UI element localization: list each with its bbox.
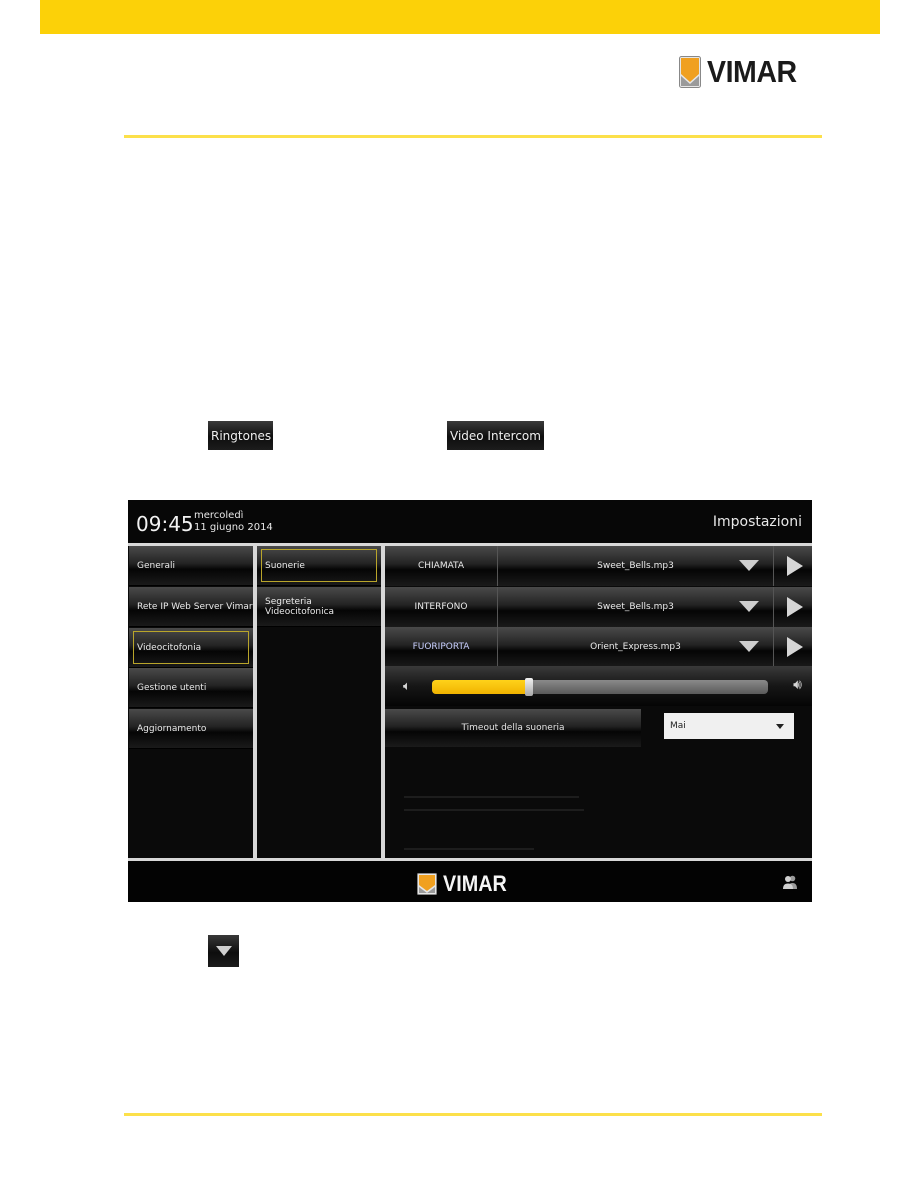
vimar-wordmark: VIMAR xyxy=(443,871,507,896)
faint-text xyxy=(404,809,584,811)
vimar-logo: VIMAR xyxy=(417,871,514,897)
menu-item-label: Gestione utenti xyxy=(137,682,207,693)
ringtone-row-interfono: INTERFONO Sweet_Bells.mp3 xyxy=(385,587,812,627)
ringtone-select[interactable]: Orient_Express.mp3 xyxy=(498,627,774,667)
play-button[interactable] xyxy=(774,587,812,627)
top-rule xyxy=(124,135,822,138)
ringtone-file: Sweet_Bells.mp3 xyxy=(597,561,674,571)
chevron-down-icon xyxy=(776,724,784,729)
timeout-select[interactable]: Mai xyxy=(664,713,794,739)
vimar-wordmark: VIMAR xyxy=(707,54,797,89)
menu-item-label: Videocitofonia xyxy=(137,642,202,653)
ringtone-label: INTERFONO xyxy=(385,587,498,627)
header-band xyxy=(40,0,880,34)
ringtone-select[interactable]: Sweet_Bells.mp3 xyxy=(498,587,774,627)
volume-high-icon: 🔊︎ xyxy=(793,676,802,692)
video-intercom-button-illustration: Video Intercom xyxy=(447,421,544,450)
menu-item-generali[interactable]: Generali xyxy=(129,546,253,586)
users-icon[interactable] xyxy=(782,875,798,889)
timeout-label: Timeout della suoneria xyxy=(385,709,641,747)
volume-fill xyxy=(432,680,530,694)
volume-low-icon: 🔈︎ xyxy=(403,678,411,693)
page-title: Impostazioni xyxy=(712,514,802,530)
chevron-down-icon xyxy=(739,641,759,652)
vimar-logo-icon xyxy=(417,873,437,895)
faint-text xyxy=(404,848,534,850)
bottom-rule xyxy=(124,1113,822,1116)
volume-control: 🔈︎ 🔊︎ xyxy=(385,666,812,706)
submenu-item-suonerie[interactable]: Suonerie xyxy=(257,546,381,586)
submenu-item-label: Suonerie xyxy=(265,560,305,571)
vimar-logo-icon xyxy=(679,56,701,88)
weekday: mercoledì xyxy=(194,510,244,521)
volume-slider[interactable] xyxy=(432,678,768,696)
ringtone-label: CHIAMATA xyxy=(385,546,498,586)
menu-item-gestione-utenti[interactable]: Gestione utenti xyxy=(129,668,253,708)
date: 11 giugno 2014 xyxy=(194,522,273,533)
menu-item-label: Aggiornamento xyxy=(137,723,207,734)
clock: 09:45 xyxy=(136,512,194,536)
chevron-down-icon xyxy=(739,560,759,571)
ringtone-row-fuoriporta: FUORIPORTA Orient_Express.mp3 xyxy=(385,627,812,667)
menu-item-label: Rete IP Web Server Vimar xyxy=(137,601,253,612)
menu-item-aggiornamento[interactable]: Aggiornamento xyxy=(129,709,253,749)
device-screen: 09:45 mercoledì 11 giugno 2014 Impostazi… xyxy=(128,500,812,902)
menu-item-rete-ip[interactable]: Rete IP Web Server Vimar xyxy=(129,587,253,627)
volume-thumb[interactable] xyxy=(525,678,534,696)
ringtone-file: Sweet_Bells.mp3 xyxy=(597,602,674,612)
vimar-logo: VIMAR xyxy=(679,54,804,90)
status-bar: 09:45 mercoledì 11 giugno 2014 Impostazi… xyxy=(128,500,812,544)
menu-item-videocitofonia[interactable]: Videocitofonia xyxy=(129,628,253,668)
play-icon xyxy=(787,556,803,576)
menu-item-label: Generali xyxy=(137,560,175,571)
faint-text xyxy=(404,796,579,798)
submenu-item-segreteria[interactable]: Segreteria Videocitofonica xyxy=(257,587,381,627)
timeout-value: Mai xyxy=(670,721,686,731)
ringtones-button-illustration: Ringtones xyxy=(208,421,273,450)
ringtone-select[interactable]: Sweet_Bells.mp3 xyxy=(498,546,774,586)
ringtone-row-chiamata: CHIAMATA Sweet_Bells.mp3 xyxy=(385,546,812,586)
footer-bar: VIMAR xyxy=(128,861,812,902)
play-icon xyxy=(787,637,803,657)
play-button[interactable] xyxy=(774,546,812,586)
play-button[interactable] xyxy=(774,627,812,667)
submenu-item-label: Segreteria Videocitofonica xyxy=(265,596,335,617)
play-icon xyxy=(787,597,803,617)
ringtone-label: FUORIPORTA xyxy=(385,627,498,667)
chevron-down-icon xyxy=(739,601,759,612)
ringtone-file: Orient_Express.mp3 xyxy=(590,642,681,652)
dropdown-button-illustration xyxy=(208,935,239,967)
chevron-down-icon xyxy=(215,946,232,956)
